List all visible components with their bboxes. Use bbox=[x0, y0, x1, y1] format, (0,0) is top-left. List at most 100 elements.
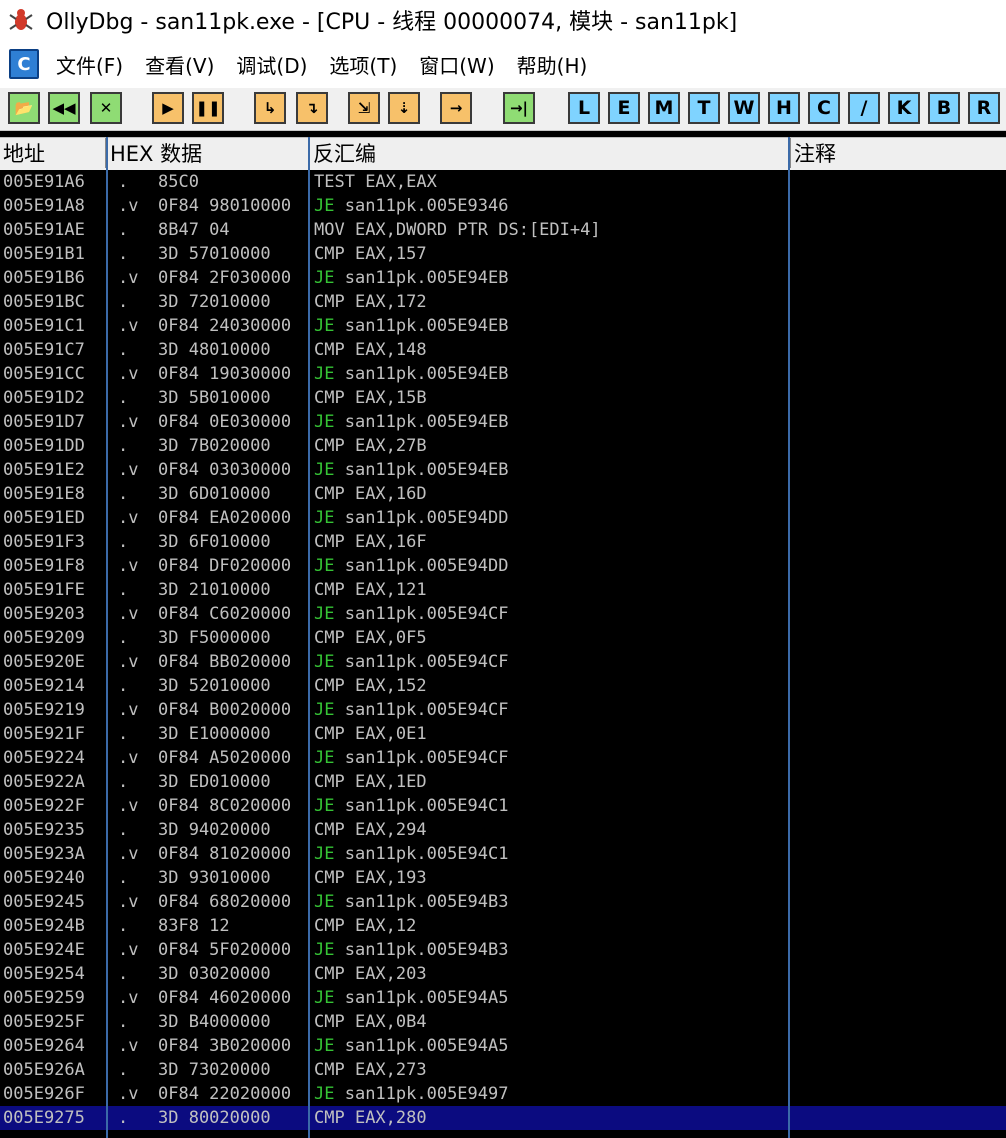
disassembly-listing[interactable]: 005E91A6. 85C0 TEST EAX,EAX 005E91A8 .v 0F84 … bbox=[0, 170, 1006, 1138]
column-divider[interactable] bbox=[308, 137, 310, 1138]
menu-file[interactable]: 文件(F) bbox=[45, 50, 134, 79]
pause-icon[interactable]: ❚❚ bbox=[192, 92, 224, 124]
disasm-row[interactable]: 005E91E8. 3D 6D010000 CMP EAX,16D bbox=[0, 482, 1006, 506]
disasm-row[interactable]: 005E9259 .v 0F84 46020000 JE san11pk.005E94… bbox=[0, 986, 1006, 1010]
disasm-row[interactable]: 005E91F8 .v 0F84 DF020000 JE san11pk.005E94… bbox=[0, 554, 1006, 578]
disasm-row[interactable]: 005E925F. 3D B4000000 CMP EAX,0B4 bbox=[0, 1010, 1006, 1034]
disasm-cell: MOV EAX,DWORD PTR DS:[EDI+4] bbox=[314, 218, 784, 242]
disasm-row[interactable]: 005E91B1. 3D 57010000 CMP EAX,157 bbox=[0, 242, 1006, 266]
execute-till-return-icon[interactable]: → bbox=[440, 92, 472, 124]
column-address[interactable]: 地址 bbox=[0, 138, 107, 168]
column-divider[interactable] bbox=[106, 137, 108, 1138]
jump-marker: . bbox=[118, 964, 129, 984]
hex-cell: 3D 7B020000 bbox=[158, 436, 271, 456]
disasm-row[interactable]: 005E91DD. 3D 7B020000 CMP EAX,27B bbox=[0, 434, 1006, 458]
hex-cell: 0F84 BB020000 bbox=[158, 652, 292, 672]
toolbar-letter-button[interactable]: B bbox=[928, 92, 960, 124]
jump-marker: . bbox=[118, 820, 129, 840]
disasm-row[interactable]: 005E9254. 3D 03020000 CMP EAX,203 bbox=[0, 962, 1006, 986]
step-into-icon[interactable]: ↳ bbox=[254, 92, 286, 124]
mnemonic: CMP bbox=[314, 628, 345, 648]
toolbar-letter-button[interactable]: / bbox=[848, 92, 880, 124]
toolbar-letter-button[interactable]: E bbox=[608, 92, 640, 124]
run-icon[interactable]: ▶ bbox=[152, 92, 184, 124]
hex-cell: 0F84 19030000 bbox=[158, 364, 292, 384]
toolbar-letter-button[interactable]: L bbox=[568, 92, 600, 124]
column-disasm[interactable]: 反汇编 bbox=[310, 138, 791, 168]
disasm-row[interactable]: 005E9245 .v 0F84 68020000 JE san11pk.005E94… bbox=[0, 890, 1006, 914]
hex-cell: 3D 03020000 bbox=[158, 964, 271, 984]
disasm-row[interactable]: 005E91FE. 3D 21010000 CMP EAX,121 bbox=[0, 578, 1006, 602]
selected-row[interactable]: 005E9275. 3D 80020000 CMP EAX,280 bbox=[0, 1106, 1006, 1130]
toolbar-letter-button[interactable]: T bbox=[688, 92, 720, 124]
disasm-row[interactable]: 005E91C7. 3D 48010000 CMP EAX,148 bbox=[0, 338, 1006, 362]
hex-cell: 0F84 0E030000 bbox=[158, 412, 292, 432]
disasm-cell: TEST EAX,EAX bbox=[314, 170, 784, 194]
cpu-window-icon[interactable]: C bbox=[9, 49, 39, 79]
disasm-row[interactable]: 005E91C1 .v 0F84 24030000 JE san11pk.005E94… bbox=[0, 314, 1006, 338]
disasm-row[interactable]: 005E9219 .v 0F84 B0020000 JE san11pk.005E94… bbox=[0, 698, 1006, 722]
disasm-row[interactable]: 005E91BC. 3D 72010000 CMP EAX,172 bbox=[0, 290, 1006, 314]
disasm-row[interactable]: 005E91CC .v 0F84 19030000 JE san11pk.005E94… bbox=[0, 362, 1006, 386]
toolbar-letter-button[interactable]: M bbox=[648, 92, 680, 124]
mnemonic: CMP bbox=[314, 1108, 345, 1128]
trace-into-icon[interactable]: ⇲ bbox=[348, 92, 380, 124]
menu-debug[interactable]: 调试(D) bbox=[225, 50, 318, 79]
menu-options[interactable]: 选项(T) bbox=[318, 50, 408, 79]
trace-over-icon[interactable]: ⇣ bbox=[388, 92, 420, 124]
jump-marker: . bbox=[118, 916, 129, 936]
jump-marker: . bbox=[118, 172, 129, 192]
hex-cell: 3D 21010000 bbox=[158, 580, 271, 600]
menu-view[interactable]: 查看(V) bbox=[134, 50, 225, 79]
disasm-row[interactable]: 005E9214. 3D 52010000 CMP EAX,152 bbox=[0, 674, 1006, 698]
close-icon[interactable]: ✕ bbox=[90, 92, 122, 124]
restart-icon[interactable]: ◀◀ bbox=[48, 92, 80, 124]
disasm-row[interactable]: 005E9240. 3D 93010000 CMP EAX,193 bbox=[0, 866, 1006, 890]
step-over-icon[interactable]: ↴ bbox=[296, 92, 328, 124]
column-comment[interactable]: 注释 bbox=[791, 138, 1006, 168]
disasm-row[interactable]: 005E91E2 .v 0F84 03030000 JE san11pk.005E94… bbox=[0, 458, 1006, 482]
disasm-row[interactable]: 005E9224 .v 0F84 A5020000 JE san11pk.005E94… bbox=[0, 746, 1006, 770]
open-icon[interactable]: 📂 bbox=[8, 92, 40, 124]
menu-help[interactable]: 帮助(H) bbox=[506, 50, 599, 79]
disasm-row[interactable]: 005E924E .v 0F84 5F020000 JE san11pk.005E94… bbox=[0, 938, 1006, 962]
column-hex[interactable]: HEX 数据 bbox=[107, 138, 310, 168]
disasm-row[interactable]: 005E923A .v 0F84 81020000 JE san11pk.005E94… bbox=[0, 842, 1006, 866]
disasm-row[interactable]: 005E91ED .v 0F84 EA020000 JE san11pk.005E94… bbox=[0, 506, 1006, 530]
hex-cell: 3D 72010000 bbox=[158, 292, 271, 312]
toolbar-letter-button[interactable]: W bbox=[728, 92, 760, 124]
jump-marker: .v bbox=[118, 1036, 139, 1056]
disasm-row[interactable]: 005E924B. 83F8 12 CMP EAX,12 bbox=[0, 914, 1006, 938]
mnemonic: JE bbox=[314, 268, 335, 288]
disasm-row[interactable]: 005E922A. 3D ED010000 CMP EAX,1ED bbox=[0, 770, 1006, 794]
toolbar-letter-button[interactable]: H bbox=[768, 92, 800, 124]
disasm-row[interactable]: 005E926F .v 0F84 22020000 JE san11pk.005E94… bbox=[0, 1082, 1006, 1106]
disasm-row[interactable]: 005E91D2. 3D 5B010000 CMP EAX,15B bbox=[0, 386, 1006, 410]
hex-cell: 0F84 5F020000 bbox=[158, 940, 292, 960]
disasm-row[interactable]: 005E91B6 .v 0F84 2F030000 JE san11pk.005E94… bbox=[0, 266, 1006, 290]
disasm-row[interactable]: 005E9235. 3D 94020000 CMP EAX,294 bbox=[0, 818, 1006, 842]
disasm-row[interactable]: 005E926A. 3D 73020000 CMP EAX,273 bbox=[0, 1058, 1006, 1082]
toolbar-letter-button[interactable]: R bbox=[968, 92, 1000, 124]
disasm-row[interactable]: 005E91A6. 85C0 TEST EAX,EAX bbox=[0, 170, 1006, 194]
disasm-row[interactable]: 005E922F .v 0F84 8C020000 JE san11pk.005E94… bbox=[0, 794, 1006, 818]
column-divider[interactable] bbox=[788, 137, 790, 1138]
goto-icon[interactable]: →| bbox=[503, 92, 535, 124]
disasm-row[interactable]: 005E9209. 3D F5000000 CMP EAX,0F5 bbox=[0, 626, 1006, 650]
disasm-row[interactable]: 005E920E .v 0F84 BB020000 JE san11pk.005E94… bbox=[0, 650, 1006, 674]
menu-window[interactable]: 窗口(W) bbox=[408, 50, 505, 79]
toolbar-letter-button[interactable]: K bbox=[888, 92, 920, 124]
disasm-row[interactable]: 005E91F3. 3D 6F010000 CMP EAX,16F bbox=[0, 530, 1006, 554]
jump-marker: .v bbox=[118, 892, 139, 912]
disasm-row[interactable]: 005E91AE. 8B47 04 MOV EAX,DWORD PTR DS:[ED… bbox=[0, 218, 1006, 242]
toolbar-letter-button[interactable]: C bbox=[808, 92, 840, 124]
disasm-row[interactable]: 005E91D7 .v 0F84 0E030000 JE san11pk.005E94… bbox=[0, 410, 1006, 434]
disasm-row[interactable]: 005E921F. 3D E1000000 CMP EAX,0E1 bbox=[0, 722, 1006, 746]
hex-cell: 0F84 C6020000 bbox=[158, 604, 292, 624]
disasm-row[interactable]: 005E91A8 .v 0F84 98010000 JE san11pk.005E93… bbox=[0, 194, 1006, 218]
jump-marker: . bbox=[118, 292, 129, 312]
disasm-row[interactable]: 005E9203 .v 0F84 C6020000 JE san11pk.005E94… bbox=[0, 602, 1006, 626]
hex-cell: 0F84 81020000 bbox=[158, 844, 292, 864]
address-cell: 005E91C7 bbox=[3, 340, 85, 360]
disasm-row[interactable]: 005E9264 .v 0F84 3B020000 JE san11pk.005E94… bbox=[0, 1034, 1006, 1058]
